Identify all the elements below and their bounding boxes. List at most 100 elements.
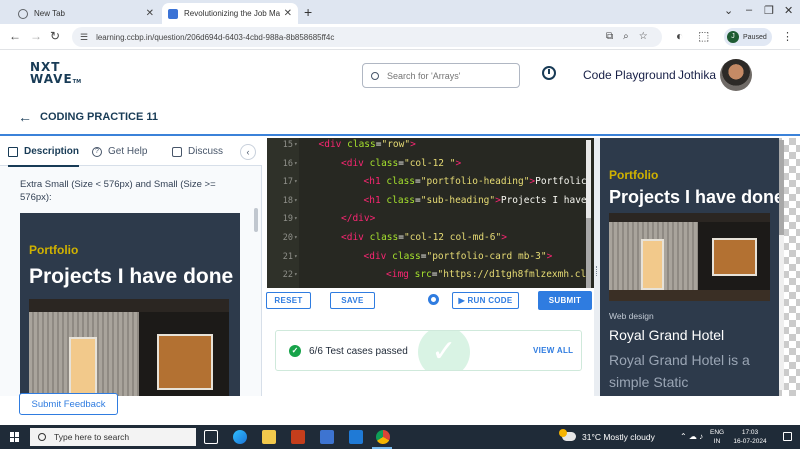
timer-icon[interactable]: [542, 66, 556, 80]
zoom-icon[interactable]: ⌕: [623, 31, 629, 42]
bottom-spacer: [262, 396, 800, 425]
search-box[interactable]: [362, 63, 520, 88]
extensions-icon[interactable]: ⬚: [698, 29, 709, 43]
site-info-icon[interactable]: ☰: [80, 32, 88, 43]
code-line[interactable]: 16 ▾ <div class="col-12 ">: [267, 155, 594, 173]
weather-text[interactable]: 31°C Mostly cloudy: [582, 432, 655, 442]
output-panel: Portfolio Projects I have done Web desig…: [600, 138, 800, 396]
panel-tabs: Description ? Get Help Discuss ‹: [0, 138, 262, 167]
language-indicator[interactable]: ENG IN: [710, 428, 724, 446]
tab-discuss[interactable]: Discuss: [172, 146, 223, 157]
forward-arrow-icon[interactable]: →: [30, 29, 42, 43]
clock-time: 17:03: [741, 429, 759, 436]
preview-heading: Projects I have done: [29, 265, 234, 288]
test-result-card: ✓ ✓ 6/6 Test cases passed VIEW ALL: [275, 330, 582, 371]
search-input[interactable]: [387, 70, 507, 81]
tab-get-help[interactable]: ? Get Help: [92, 146, 147, 157]
nxtwave-logo[interactable]: NXT WAVETM: [30, 61, 81, 88]
output-category: Web design: [609, 311, 654, 321]
store-icon[interactable]: [320, 430, 334, 444]
logo-tm: TM: [72, 79, 82, 85]
line-number: 19: [282, 214, 293, 225]
submit-feedback-button[interactable]: Submit Feedback: [19, 393, 118, 415]
fold-arrow-icon[interactable]: ▾: [294, 266, 298, 284]
site-favicon-icon: [168, 8, 178, 19]
close-tab-icon[interactable]: ✕: [284, 8, 292, 19]
editor-scrollbar-thumb[interactable]: [586, 218, 591, 288]
app-header: NXT WAVETM Code Playground Jothika: [0, 50, 800, 100]
submit-button[interactable]: SUBMIT: [538, 291, 592, 310]
code-text: <img src="https://d1tgh8fmlzexmh.cl: [386, 269, 587, 281]
code-line[interactable]: 21 ▾ <div class="portfolio-card mb-3">: [267, 248, 594, 266]
chevron-down-icon[interactable]: ⌄: [724, 4, 733, 17]
fold-arrow-icon[interactable]: ▾: [294, 173, 298, 191]
user-avatar[interactable]: [720, 59, 752, 91]
logo-line-2: WAVE: [30, 72, 73, 86]
browser-tab-new-tab[interactable]: New Tab ✕: [12, 3, 160, 24]
user-name[interactable]: Jothika: [678, 68, 716, 82]
fold-arrow-icon[interactable]: ▾: [294, 248, 298, 266]
restore-icon[interactable]: ❐: [764, 4, 774, 17]
more-menu-icon[interactable]: ⋮: [782, 30, 793, 43]
powerpoint-icon[interactable]: [291, 430, 305, 444]
code-playground-link[interactable]: Code Playground: [583, 68, 676, 82]
edge-icon[interactable]: [233, 430, 247, 444]
notifications-icon[interactable]: [783, 432, 792, 441]
code-text: </div>: [341, 213, 376, 225]
install-icon[interactable]: ⧉: [606, 31, 613, 42]
line-number: 18: [282, 195, 293, 206]
page-title: CODING PRACTICE 11: [40, 111, 158, 123]
weather-cloudy-icon[interactable]: [559, 429, 576, 441]
code-line[interactable]: 18 ▾ <h1 class="sub-heading">Projects I ha…: [267, 192, 594, 210]
search-icon: [38, 433, 46, 441]
panel-scrollbar[interactable]: [254, 208, 258, 232]
minimize-icon[interactable]: –: [746, 4, 752, 16]
collapse-panel-icon[interactable]: ‹: [240, 144, 256, 160]
code-line[interactable]: 22 ▾ <img src="https://d1tgh8fmlzexmh.cl: [267, 266, 594, 284]
new-tab-plus-icon[interactable]: +: [304, 4, 312, 20]
fold-arrow-icon[interactable]: ▾: [294, 192, 298, 210]
chrome-icon[interactable]: [376, 430, 390, 444]
view-all-link[interactable]: VIEW ALL: [533, 346, 573, 355]
close-tab-icon[interactable]: ✕: [146, 8, 154, 19]
fold-arrow-icon[interactable]: ▾: [294, 210, 298, 228]
fold-arrow-icon[interactable]: ▾: [294, 229, 298, 247]
output-heading: Projects I have done: [609, 187, 779, 207]
success-check-watermark-icon: ✓: [418, 331, 470, 370]
reset-button[interactable]: RESET: [266, 292, 311, 309]
task-view-icon[interactable]: [204, 430, 218, 444]
practice-title-bar: ← CODING PRACTICE 11: [0, 100, 800, 136]
code-editor[interactable]: 15 ▾ <div class="row"> 16 ▾ <div class="col-1…: [267, 138, 594, 288]
taskbar-search[interactable]: Type here to search: [30, 428, 196, 446]
bookmark-star-icon[interactable]: ☆: [639, 31, 648, 42]
code-line[interactable]: 20 ▾ <div class="col-12 col-md-6">: [267, 229, 594, 247]
run-code-button[interactable]: ▶ RUN CODE: [452, 292, 519, 309]
mail-icon[interactable]: [349, 430, 363, 444]
code-line[interactable]: 17 ▾ <h1 class="portfolio-heading">Portfol…: [267, 173, 594, 191]
splitter-handle-icon[interactable]: [596, 266, 598, 276]
media-icon[interactable]: ◐: [676, 29, 683, 43]
code-line[interactable]: 15 ▾ <div class="row">: [267, 138, 594, 154]
tab-label: Description: [24, 146, 80, 157]
reload-icon[interactable]: ↻: [50, 29, 60, 43]
back-arrow-icon[interactable]: ←: [9, 29, 21, 43]
system-tray-icons[interactable]: ⌃ ☁ ♪: [680, 432, 703, 441]
fold-arrow-icon[interactable]: ▾: [294, 138, 298, 154]
code-line[interactable]: 19 ▾ </div>: [267, 210, 594, 228]
check-circle-icon: ✓: [289, 345, 301, 357]
address-bar[interactable]: ☰ learning.ccbp.in/question/206d694d-640…: [72, 27, 662, 47]
profile-button[interactable]: J Paused: [724, 28, 772, 46]
line-number: 16: [282, 158, 293, 169]
save-button[interactable]: SAVE: [330, 292, 375, 309]
browser-tab-active[interactable]: Revolutionizing the Job Market ✕: [162, 3, 298, 24]
windows-start-icon[interactable]: [10, 432, 20, 442]
gear-icon[interactable]: [428, 294, 439, 305]
output-scrollbar-thumb[interactable]: [779, 140, 784, 235]
tab-description[interactable]: Description: [8, 146, 80, 167]
file-explorer-icon[interactable]: [262, 430, 276, 444]
back-arrow-icon[interactable]: ←: [18, 109, 32, 125]
lang-1: ENG: [710, 429, 725, 436]
taskbar-clock[interactable]: 17:03 16-07-2024: [730, 428, 770, 446]
fold-arrow-icon[interactable]: ▾: [294, 155, 298, 173]
close-window-icon[interactable]: ✕: [784, 4, 793, 17]
